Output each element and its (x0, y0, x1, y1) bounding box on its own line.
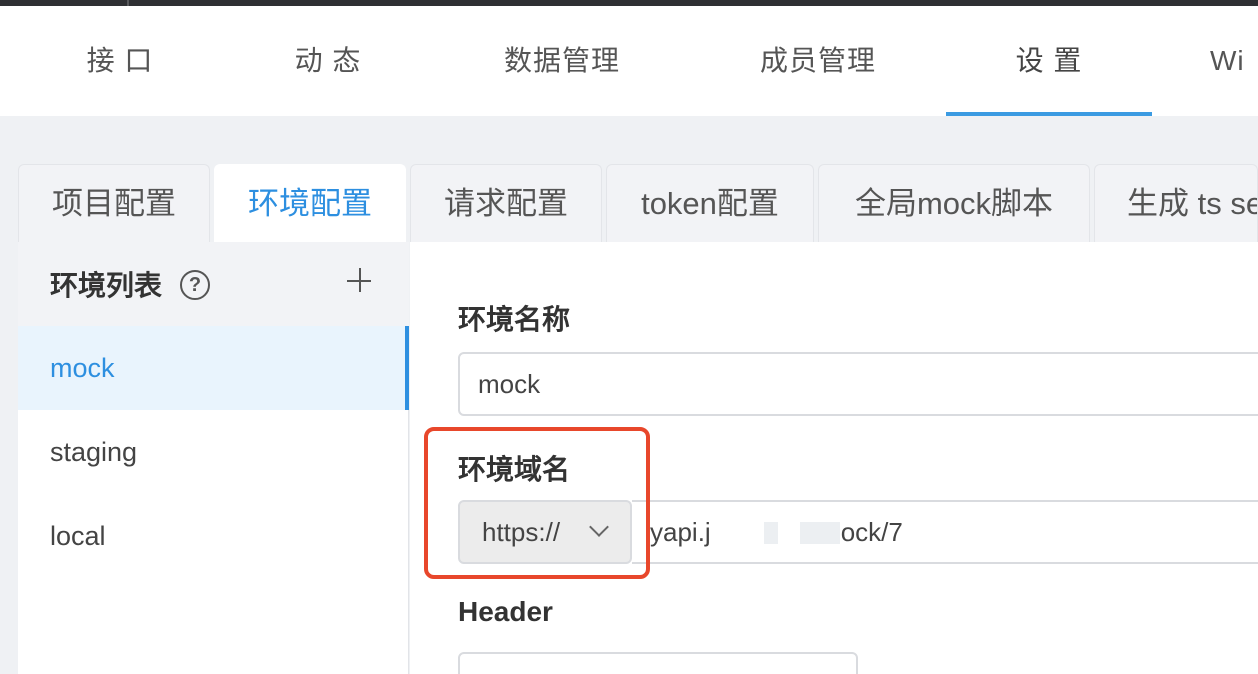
nav-item-wiki[interactable]: Wi (1210, 6, 1258, 116)
help-icon[interactable]: ? (180, 270, 210, 300)
env-name-input[interactable]: mock (458, 352, 1258, 416)
annotation-highlight-box (424, 427, 650, 579)
nav-active-underline (946, 112, 1152, 116)
nav-item-settings[interactable]: 设 置 (946, 6, 1152, 116)
env-form-panel: 环境名称 mock 环境域名 https:// yapi.j /mock/7 H… (410, 242, 1258, 674)
redaction-mark (800, 522, 840, 544)
redaction-mark (764, 522, 778, 544)
tab-token-config[interactable]: token配置 (606, 164, 814, 242)
env-list-header: 环境列表 ? (18, 242, 409, 326)
env-list-title: 环境列表 (50, 270, 163, 301)
header-label: Header (458, 596, 553, 627)
nav-item-member-management[interactable]: 成员管理 (736, 6, 900, 116)
tab-env-config[interactable]: 环境配置 (214, 164, 406, 242)
header-input[interactable] (458, 652, 858, 674)
env-name-label: 环境名称 (458, 304, 571, 335)
tab-global-mock-script[interactable]: 全局mock脚本 (818, 164, 1090, 242)
env-item-mock[interactable]: mock (18, 326, 409, 410)
nav-item-data-management[interactable]: 数据管理 (480, 6, 644, 116)
env-domain-input[interactable]: yapi.j /mock/7 (632, 500, 1258, 564)
tab-request-config[interactable]: 请求配置 (410, 164, 602, 242)
env-item-staging[interactable]: staging (18, 410, 409, 494)
tab-generate-ts[interactable]: 生成 ts se (1094, 164, 1258, 242)
settings-tabs: 项目配置 环境配置 请求配置 token配置 全局mock脚本 生成 ts se (0, 164, 1258, 242)
project-nav: 接 口 动 态 数据管理 成员管理 设 置 Wi (0, 6, 1258, 116)
tab-project-config[interactable]: 项目配置 (18, 164, 210, 242)
env-item-local[interactable]: local (18, 494, 409, 578)
add-env-icon[interactable] (346, 266, 374, 294)
env-list-panel: 环境列表 ? mock staging local (18, 242, 409, 674)
nav-item-activity[interactable]: 动 态 (248, 6, 408, 116)
nav-item-interface[interactable]: 接 口 (40, 6, 200, 116)
